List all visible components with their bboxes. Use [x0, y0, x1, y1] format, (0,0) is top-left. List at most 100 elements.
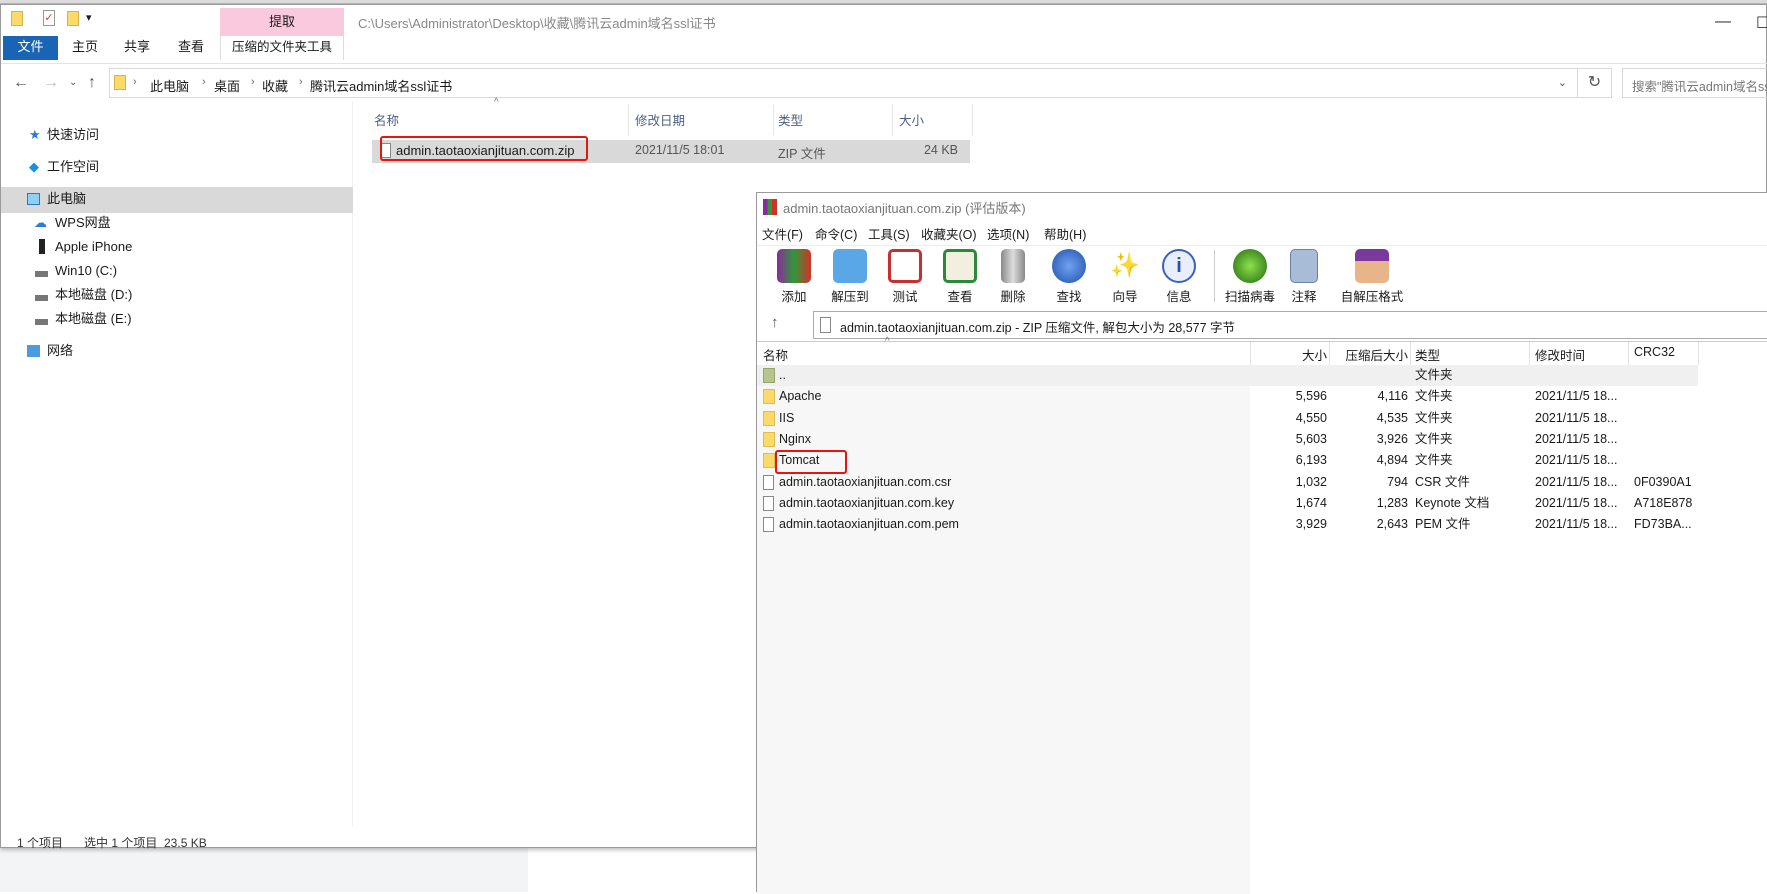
tab-home[interactable]: 主页	[69, 36, 101, 60]
menu-help[interactable]: 帮助(H)	[1044, 224, 1086, 243]
view-button[interactable]: 查看	[932, 246, 988, 305]
column-header-crc32[interactable]: CRC32	[1634, 345, 1675, 359]
magnifier-icon	[1052, 249, 1086, 283]
row-modified: 2021/11/5 18...	[1535, 495, 1618, 510]
sidebar-item-iphone[interactable]: Apple iPhone	[1, 235, 353, 259]
archive-row[interactable]: .. 文件夹	[757, 365, 1698, 386]
column-header-name[interactable]: 名称	[374, 110, 399, 129]
column-header-name[interactable]: 名称	[763, 345, 788, 364]
wizard-button[interactable]: ✨ 向导	[1097, 246, 1153, 305]
column-header-size[interactable]: 大小	[899, 110, 924, 129]
row-name: admin.taotaoxianjituan.com.csr	[779, 474, 952, 489]
back-icon[interactable]: ←	[13, 74, 29, 92]
sidebar-item-this-pc[interactable]: 此电脑	[1, 187, 353, 213]
menu-favorites[interactable]: 收藏夹(O)	[921, 224, 977, 243]
column-divider[interactable]	[1698, 342, 1699, 365]
column-divider[interactable]	[628, 105, 629, 135]
drive-icon	[35, 295, 48, 301]
menu-commands[interactable]: 命令(C)	[815, 224, 857, 243]
properties-icon[interactable]: ✓	[43, 10, 55, 26]
row-packed-size: 4,535	[1376, 410, 1408, 425]
minimize-button[interactable]: —	[1715, 13, 1731, 31]
tab-compressed-folder-tools[interactable]: 压缩的文件夹工具	[220, 36, 344, 60]
row-modified: 2021/11/5 18...	[1535, 389, 1618, 404]
up-folder-icon[interactable]: ↑	[771, 314, 779, 331]
column-divider[interactable]	[1628, 342, 1629, 365]
up-icon[interactable]: ↑	[88, 74, 96, 92]
row-type: Keynote 文档	[1415, 495, 1490, 510]
file-icon	[763, 517, 774, 533]
column-header-date[interactable]: 修改日期	[635, 110, 685, 129]
recent-dropdown-icon[interactable]: ⌄	[69, 77, 77, 88]
archive-row[interactable]: admin.taotaoxianjituan.com.pem 3,929 2,643…	[757, 514, 1698, 535]
customize-dropdown-icon[interactable]: ▾	[86, 11, 92, 24]
archive-path-field[interactable]: admin.taotaoxianjituan.com.zip - ZIP 压缩文…	[813, 311, 1767, 339]
sidebar-item-network[interactable]: 网络	[1, 339, 353, 363]
extract-context-tab[interactable]: 提取	[220, 8, 344, 36]
column-divider[interactable]	[972, 105, 973, 135]
archive-row[interactable]: admin.taotaoxianjituan.com.csr 1,032 794 CS…	[757, 472, 1698, 493]
archive-row[interactable]: Apache 5,596 4,116 文件夹 2021/11/5 18...	[757, 386, 1698, 407]
add-button[interactable]: 添加	[766, 246, 822, 305]
sfx-button[interactable]: 自解压格式	[1336, 246, 1408, 305]
row-type: PEM 文件	[1415, 517, 1471, 532]
row-name: IIS	[779, 410, 795, 425]
address-dropdown-icon[interactable]: ⌄	[1558, 76, 1567, 89]
tab-view[interactable]: 查看	[175, 36, 207, 60]
extract-to-button[interactable]: 解压到	[822, 246, 878, 305]
search-input[interactable]: 搜索"腾讯云admin域名ssl证书"	[1622, 68, 1767, 98]
new-folder-icon[interactable]	[67, 11, 79, 26]
sidebar-item-wps-cloud[interactable]: ☁ WPS网盘	[1, 211, 353, 235]
tab-share[interactable]: 共享	[121, 36, 153, 60]
column-divider[interactable]	[892, 105, 893, 135]
maximize-button[interactable]: ☐	[1756, 13, 1767, 33]
row-modified: 2021/11/5 18...	[1535, 410, 1618, 425]
breadcrumb-favorites[interactable]: 收藏	[262, 76, 288, 95]
column-divider[interactable]	[1529, 342, 1530, 365]
test-button[interactable]: 测试	[877, 246, 933, 305]
info-button[interactable]: i 信息	[1151, 246, 1207, 305]
sidebar-item-quick-access[interactable]: ★ 快速访问	[1, 123, 353, 147]
delete-button[interactable]: 删除	[985, 246, 1041, 305]
menu-tools[interactable]: 工具(S)	[868, 224, 910, 243]
breadcrumb-desktop[interactable]: 桌面	[214, 76, 240, 95]
menu-file[interactable]: 文件(F)	[762, 224, 803, 243]
breadcrumb-this-pc[interactable]: 此电脑	[150, 76, 189, 95]
highlight-box	[775, 450, 847, 474]
column-divider[interactable]	[1410, 342, 1411, 365]
breadcrumb-current[interactable]: 腾讯云admin域名ssl证书	[310, 76, 452, 95]
column-header-size[interactable]: 大小	[1251, 345, 1327, 364]
refresh-button[interactable]: ↻	[1578, 68, 1612, 98]
column-header-type[interactable]: 类型	[778, 110, 803, 129]
row-modified: 2021/11/5 18...	[1535, 474, 1618, 489]
chevron-right-icon: ›	[133, 76, 137, 88]
comment-button[interactable]: 注释	[1276, 246, 1332, 305]
item-count: 1 个项目	[17, 836, 64, 850]
sidebar-item-drive-e[interactable]: 本地磁盘 (E:)	[1, 307, 353, 331]
column-divider[interactable]	[773, 105, 774, 135]
column-header-packed[interactable]: 压缩后大小	[1330, 345, 1408, 364]
sidebar-item-workspace[interactable]: ◆ 工作空间	[1, 155, 353, 179]
menu-options[interactable]: 选项(N)	[987, 224, 1029, 243]
archive-row[interactable]: IIS 4,550 4,535 文件夹 2021/11/5 18...	[757, 408, 1698, 429]
column-header-modified[interactable]: 修改时间	[1535, 345, 1585, 364]
selection-info: 选中 1 个项目 23.5 KB	[84, 836, 207, 850]
archive-row[interactable]: Tomcat 6,193 4,894 文件夹 2021/11/5 18...	[757, 450, 1698, 471]
tab-file[interactable]: 文件	[3, 36, 58, 60]
address-bar[interactable]: › 此电脑 › 桌面 › 收藏 › 腾讯云admin域名ssl证书 ⌄	[109, 68, 1578, 98]
row-size: 6,193	[1295, 453, 1327, 468]
column-header-type[interactable]: 类型	[1415, 345, 1440, 364]
row-size: 5,596	[1295, 389, 1327, 404]
archive-row[interactable]: Nginx 5,603 3,926 文件夹 2021/11/5 18...	[757, 429, 1698, 450]
row-packed-size: 3,926	[1376, 431, 1408, 446]
sidebar-item-drive-c[interactable]: Win10 (C:)	[1, 259, 353, 283]
virus-scan-button[interactable]: 扫描病毒	[1218, 246, 1282, 305]
sidebar-item-drive-d[interactable]: 本地磁盘 (D:)	[1, 283, 353, 307]
trash-icon	[1001, 249, 1025, 283]
row-type: 文件夹	[1415, 368, 1453, 382]
archive-row[interactable]: admin.taotaoxianjituan.com.key 1,674 1,283…	[757, 493, 1698, 514]
find-button[interactable]: 查找	[1041, 246, 1097, 305]
forward-icon[interactable]: →	[43, 74, 59, 92]
drive-icon	[35, 271, 48, 277]
folder-icon[interactable]	[11, 11, 23, 26]
